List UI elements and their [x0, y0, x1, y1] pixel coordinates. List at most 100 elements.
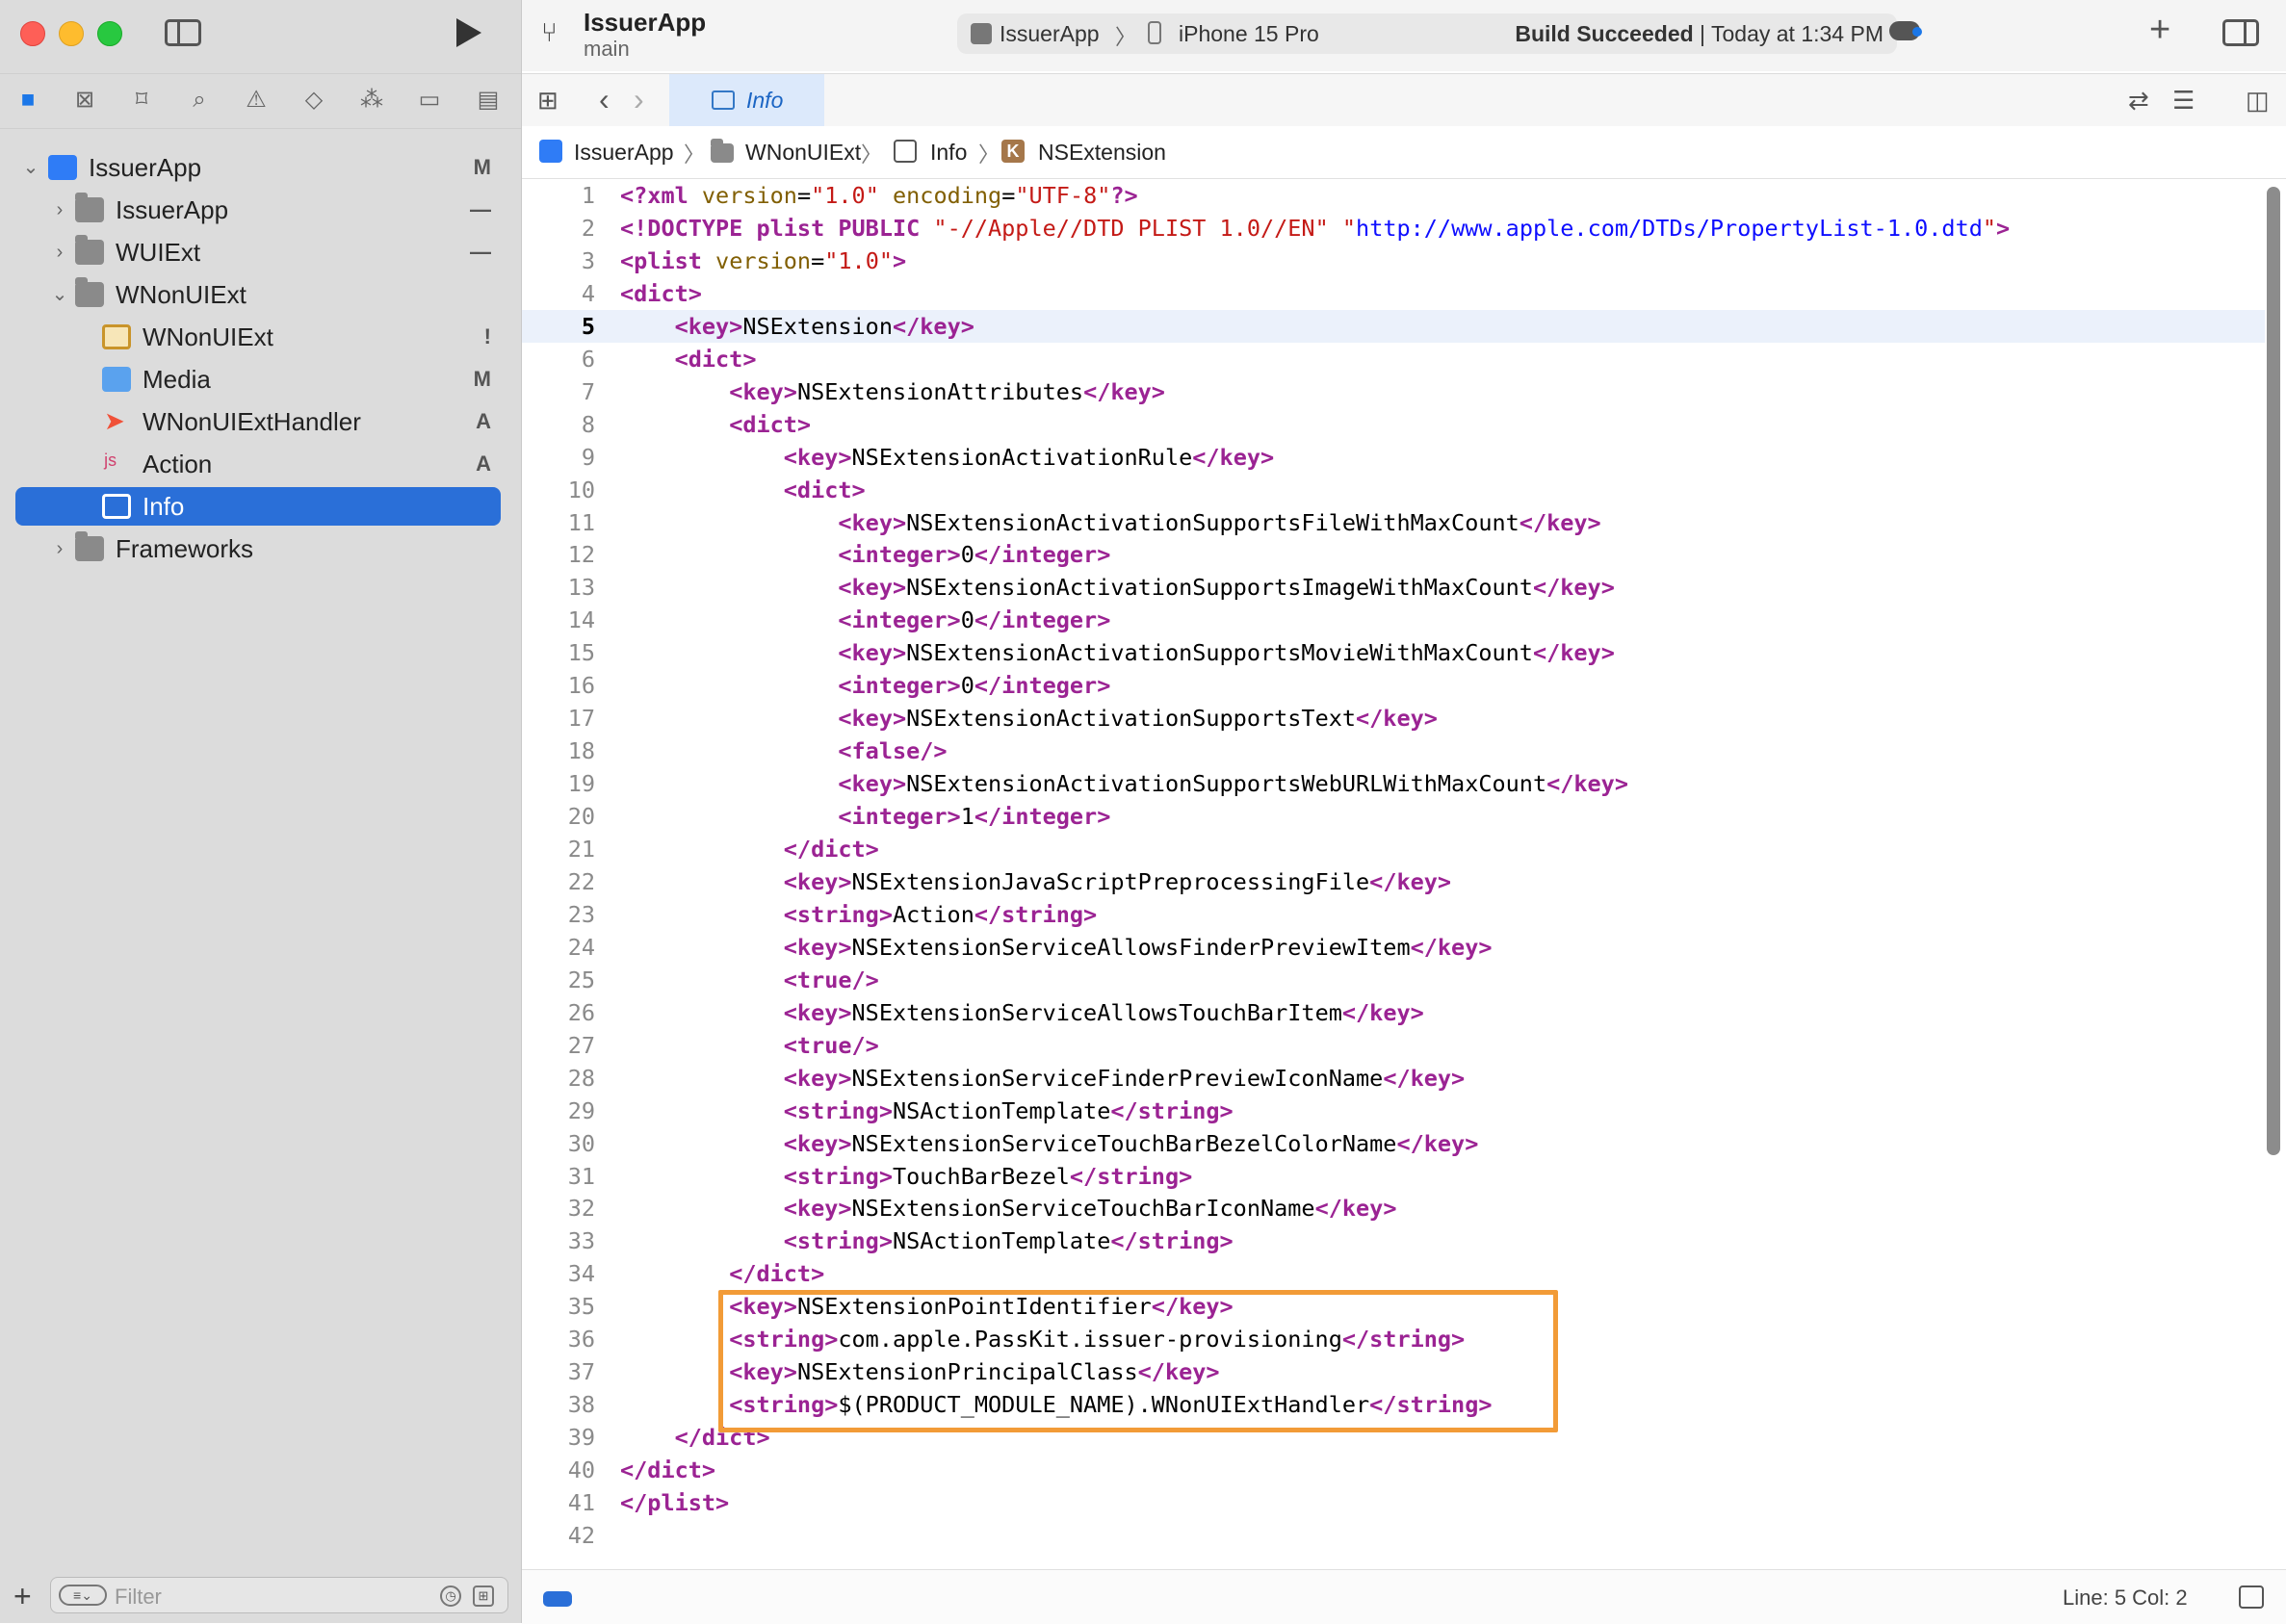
code-text[interactable]: </plist>: [620, 1486, 729, 1519]
code-line[interactable]: 5 <key>NSExtension</key>: [522, 309, 2265, 343]
code-line[interactable]: 33 <string>NSActionTemplate</string>: [522, 1224, 2265, 1257]
code-text[interactable]: <key>NSExtensionActivationSupportsMovieW…: [620, 636, 1614, 669]
code-line[interactable]: 28 <key>NSExtensionServiceFinderPreviewI…: [522, 1062, 2265, 1095]
code-text[interactable]: <key>NSExtensionServiceAllowsFinderPrevi…: [620, 931, 1493, 964]
code-line[interactable]: 18 <false/>: [522, 735, 2265, 767]
tab-info[interactable]: Info: [669, 74, 824, 126]
code-line[interactable]: 3 <plist version="1.0">: [522, 245, 2265, 277]
code-text[interactable]: <string>NSActionTemplate</string>: [620, 1224, 1234, 1257]
tree-item-media[interactable]: Media M: [15, 360, 501, 399]
code-text[interactable]: <key>NSExtensionPrincipalClass</key>: [620, 1355, 1219, 1388]
code-line[interactable]: 29 <string>NSActionTemplate</string>: [522, 1095, 2265, 1127]
tree-item-info[interactable]: Info: [15, 487, 501, 526]
search-icon[interactable]: ⌕: [185, 86, 214, 115]
panel-toggle-icon[interactable]: [2239, 1585, 2264, 1609]
code-line[interactable]: 24 <key>NSExtensionServiceAllowsFinderPr…: [522, 931, 2265, 964]
code-line[interactable]: 7 <key>NSExtensionAttributes</key>: [522, 375, 2265, 408]
code-line[interactable]: 16 <integer>0</integer>: [522, 669, 2265, 702]
code-text[interactable]: <string>com.apple.PassKit.issuer-provisi…: [620, 1323, 1465, 1355]
code-text[interactable]: </dict>: [620, 833, 879, 865]
tree-item-action[interactable]: ʲˢ Action A: [15, 445, 501, 483]
swap-icon[interactable]: ⇄: [2128, 86, 2149, 116]
source-editor[interactable]: 1 <?xml version="1.0" encoding="UTF-8"?> 2…: [522, 179, 2265, 1565]
code-text[interactable]: <integer>1</integer>: [620, 800, 1110, 833]
code-text[interactable]: <key>NSExtensionActivationSupportsFileWi…: [620, 506, 1600, 539]
code-text[interactable]: </dict>: [620, 1454, 715, 1486]
zoom-window-button[interactable]: [97, 21, 122, 46]
report-icon[interactable]: ▤: [474, 86, 503, 115]
code-line[interactable]: 9 <key>NSExtensionActivationRule</key>: [522, 441, 2265, 474]
run-button[interactable]: [456, 18, 481, 47]
chevron-right-icon[interactable]: ›: [50, 233, 69, 271]
sidebar-toggle-icon[interactable]: [165, 19, 201, 46]
editor-scrollbar[interactable]: [2267, 183, 2280, 1569]
inspector-toggle-icon[interactable]: [2222, 19, 2259, 46]
related-items-grid-icon[interactable]: ⊞: [537, 86, 559, 116]
code-text[interactable]: <key>NSExtensionServiceTouchBarIconName<…: [620, 1192, 1397, 1224]
breadcrumb-project[interactable]: IssuerApp: [574, 140, 674, 166]
debug-spray-icon[interactable]: ⁂: [357, 86, 386, 115]
code-line[interactable]: 36 <string>com.apple.PassKit.issuer-prov…: [522, 1323, 2265, 1355]
code-text[interactable]: <key>NSExtensionServiceAllowsTouchBarIte…: [620, 996, 1424, 1029]
close-window-button[interactable]: [20, 21, 45, 46]
code-text[interactable]: <dict>: [620, 343, 757, 375]
minimize-window-button[interactable]: [59, 21, 84, 46]
navigate-forward-icon[interactable]: ›: [634, 82, 644, 117]
warning-icon[interactable]: ⚠: [242, 86, 271, 115]
library-plus-button[interactable]: +: [2149, 10, 2170, 51]
code-text[interactable]: <dict>: [620, 277, 702, 310]
code-line[interactable]: 19 <key>NSExtensionActivationSupportsWeb…: [522, 767, 2265, 800]
code-line[interactable]: 22 <key>NSExtensionJavaScriptPreprocessi…: [522, 865, 2265, 898]
code-line[interactable]: 1 <?xml version="1.0" encoding="UTF-8"?>: [522, 179, 2265, 212]
code-line[interactable]: 11 <key>NSExtensionActivationSupportsFil…: [522, 506, 2265, 539]
code-text[interactable]: <true/>: [620, 1029, 879, 1062]
code-text[interactable]: <key>NSExtensionActivationSupportsImageW…: [620, 571, 1614, 604]
filter-input[interactable]: Filter: [115, 1585, 162, 1610]
tree-item-issuerapp-project[interactable]: ⌄ IssuerApp M: [15, 148, 501, 187]
code-line[interactable]: 23 <string>Action</string>: [522, 898, 2265, 931]
add-editor-icon[interactable]: ◫: [2246, 86, 2270, 116]
code-line[interactable]: 40 </dict>: [522, 1454, 2265, 1486]
add-file-button[interactable]: +: [13, 1579, 32, 1613]
editor-options-icon[interactable]: ☰: [2172, 86, 2195, 116]
code-line[interactable]: 31 <string>TouchBarBezel</string>: [522, 1160, 2265, 1193]
code-line[interactable]: 4 <dict>: [522, 277, 2265, 310]
code-line[interactable]: 35 <key>NSExtensionPointIdentifier</key>: [522, 1290, 2265, 1323]
chevron-down-icon[interactable]: ⌄: [50, 275, 69, 314]
recent-files-icon[interactable]: ◷: [440, 1585, 461, 1607]
code-line[interactable]: 14 <integer>0</integer>: [522, 604, 2265, 636]
code-line[interactable]: 20 <integer>1</integer>: [522, 800, 2265, 833]
code-line[interactable]: 30 <key>NSExtensionServiceTouchBarBezelC…: [522, 1127, 2265, 1160]
code-text[interactable]: <key>NSExtensionServiceFinderPreviewIcon…: [620, 1062, 1465, 1095]
code-text[interactable]: <integer>0</integer>: [620, 538, 1110, 571]
code-line[interactable]: 12 <integer>0</integer>: [522, 538, 2265, 571]
code-text[interactable]: <key>NSExtensionServiceTouchBarBezelColo…: [620, 1127, 1479, 1160]
code-text[interactable]: <integer>0</integer>: [620, 669, 1110, 702]
code-line[interactable]: 10 <dict>: [522, 474, 2265, 506]
chevron-down-icon[interactable]: ⌄: [21, 148, 40, 187]
code-line[interactable]: 25 <true/>: [522, 964, 2265, 996]
code-text[interactable]: <string>TouchBarBezel</string>: [620, 1160, 1192, 1193]
code-text[interactable]: <true/>: [620, 964, 879, 996]
tree-item-wnonuiexthandler[interactable]: ➤ WNonUIExtHandler A: [15, 402, 501, 441]
branch-name[interactable]: main: [584, 37, 630, 62]
code-line[interactable]: 38 <string>$(PRODUCT_MODULE_NAME).WNonUI…: [522, 1388, 2265, 1421]
code-line[interactable]: 2 <!DOCTYPE plist PUBLIC "-//Apple//DTD P…: [522, 212, 2265, 245]
breakpoint-icon[interactable]: ▭: [415, 86, 444, 115]
code-line[interactable]: 15 <key>NSExtensionActivationSupportsMov…: [522, 636, 2265, 669]
code-line[interactable]: 37 <key>NSExtensionPrincipalClass</key>: [522, 1355, 2265, 1388]
code-line[interactable]: 13 <key>NSExtensionActivationSupportsIma…: [522, 571, 2265, 604]
code-line[interactable]: 21 </dict>: [522, 833, 2265, 865]
code-text[interactable]: <integer>0</integer>: [620, 604, 1110, 636]
code-line[interactable]: 42: [522, 1519, 2265, 1552]
code-line[interactable]: 26 <key>NSExtensionServiceAllowsTouchBar…: [522, 996, 2265, 1029]
tree-item-wnonuiext-target[interactable]: WNonUIExt !: [15, 318, 501, 356]
code-line[interactable]: 32 <key>NSExtensionServiceTouchBarIconNa…: [522, 1192, 2265, 1224]
scroll-thumb[interactable]: [2267, 187, 2280, 1155]
code-text[interactable]: <plist version="1.0">: [620, 245, 906, 277]
code-text[interactable]: <key>NSExtensionActivationSupportsText</…: [620, 702, 1438, 735]
code-line[interactable]: 39 </dict>: [522, 1421, 2265, 1454]
code-line[interactable]: 27 <true/>: [522, 1029, 2265, 1062]
code-text[interactable]: <false/>: [620, 735, 947, 767]
code-text[interactable]: <key>NSExtensionAttributes</key>: [620, 375, 1165, 408]
